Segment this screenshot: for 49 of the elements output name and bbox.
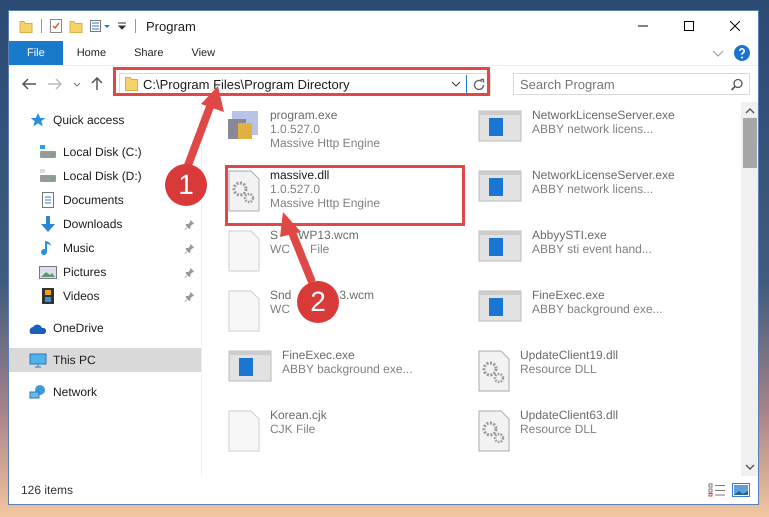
file-name: NetworkLicenseServer.exe	[532, 168, 675, 182]
file-detail: CJK File	[270, 422, 316, 436]
file-name: S	[270, 228, 278, 242]
file-detail: ABBY background exe...	[282, 362, 413, 376]
sidebar-item[interactable]: Downloads	[63, 217, 122, 231]
file-name: program.exe	[270, 108, 338, 122]
file-name: WP13.wcm	[298, 228, 359, 242]
sidebar-item[interactable]: OneDrive	[53, 321, 104, 335]
file-name: UpdateClient63.dll	[520, 408, 618, 422]
file-detail: WC	[270, 242, 290, 256]
sidebar-item[interactable]: Network	[53, 385, 98, 399]
file-name: AbbyySTI.exe	[532, 228, 607, 242]
file-name: FineExec.exe	[532, 288, 605, 302]
file-detail: 1.0.527.0	[270, 122, 320, 136]
file-detail: Resource DLL	[520, 422, 597, 436]
file-detail: Resource DLL	[520, 362, 597, 376]
window-title: Program	[146, 18, 196, 34]
file-name: Snd	[270, 288, 292, 302]
sidebar-item[interactable]: Pictures	[63, 265, 106, 279]
selected-sidebar-row[interactable]: This PC	[9, 348, 201, 372]
search-field[interactable]: Search Program	[513, 73, 750, 95]
file-name: NetworkLicenseServer.exe	[532, 108, 675, 122]
file-name: Korean.cjk	[270, 408, 327, 422]
file-detail: ABBY sti event hand...	[532, 242, 652, 256]
address-field[interactable]: C:\Program Files\Program Directory	[119, 73, 491, 95]
file-name: massive.dll	[270, 168, 330, 182]
sidebar-item[interactable]: Videos	[63, 289, 100, 303]
file-detail: ABBY network licens...	[532, 182, 654, 196]
sidebar-item[interactable]: This PC	[53, 353, 96, 367]
file-detail: Massive Http Engine	[270, 196, 380, 210]
file-menu-button[interactable]: File	[9, 41, 63, 65]
sidebar-item[interactable]: Documents	[63, 193, 124, 207]
file-name: 3.wcm	[339, 288, 374, 302]
item-count: 126 items	[21, 483, 74, 497]
sidebar-item[interactable]: Quick access	[53, 113, 124, 127]
file-name: UpdateClient19.dll	[520, 348, 618, 362]
sidebar-item[interactable]: Local Disk (D:)	[63, 169, 142, 183]
file-detail: ABBY background exe...	[532, 302, 663, 316]
file-detail: File	[310, 242, 330, 256]
file-name: FineExec.exe	[282, 348, 355, 362]
ribbon-tab[interactable]: Share	[120, 41, 178, 65]
sidebar-item[interactable]: Local Disk (C:)	[63, 145, 142, 159]
file-detail: 1.0.527.0	[270, 182, 320, 196]
file-detail: ABBY network licens...	[532, 122, 654, 136]
file-detail: WC	[270, 302, 290, 316]
ribbon-tab[interactable]: Home	[62, 41, 120, 65]
ribbon-tab[interactable]: View	[177, 41, 230, 65]
file-detail: Massive Http Engine	[270, 136, 380, 150]
sidebar-item[interactable]: Music	[63, 241, 94, 255]
